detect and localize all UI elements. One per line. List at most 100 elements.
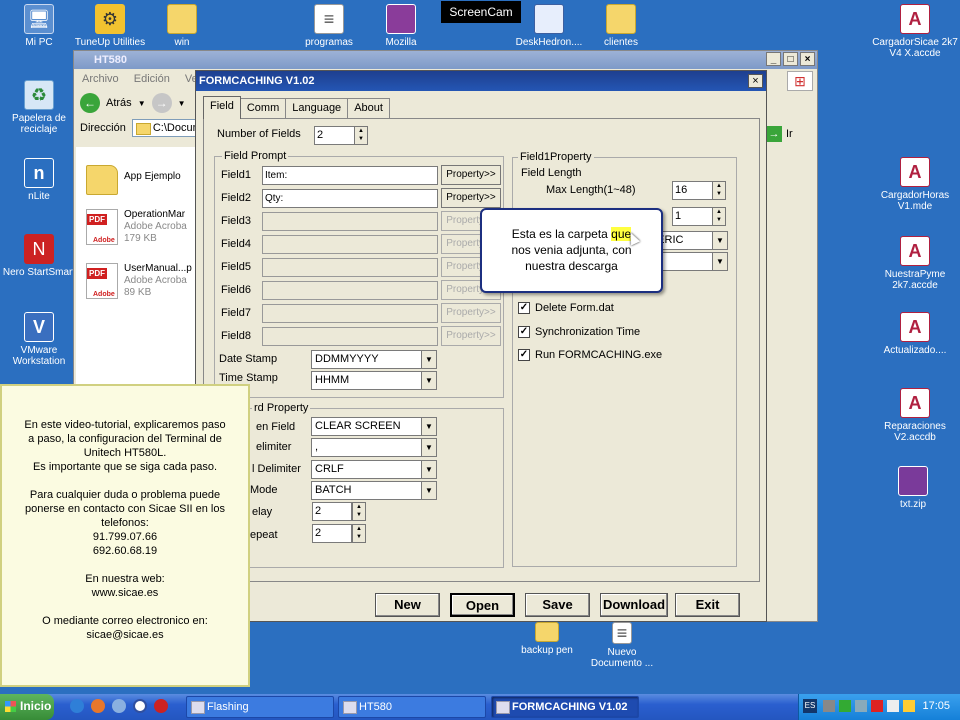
dialog-close-button[interactable]: × <box>748 74 763 88</box>
min-length-input[interactable]: 1 <box>672 207 714 226</box>
phone-2: 692.60.68.19 <box>92 545 158 557</box>
desktop-icon-nlite[interactable]: n nLite <box>0 158 78 202</box>
start-button[interactable]: Inicio <box>0 694 54 720</box>
desktop-icon-cargador-sicae[interactable]: A CargadorSicae 2k7 V4 X.accde <box>870 4 960 59</box>
close-button[interactable]: × <box>800 52 815 66</box>
speaker-icon[interactable] <box>887 700 899 712</box>
date-stamp-select[interactable]: DDMMYYYY ▼ <box>311 350 437 369</box>
download-button[interactable]: Download <box>600 593 668 617</box>
field8-property-button[interactable]: Property>> <box>441 326 501 346</box>
desktop-icon-my-pc[interactable]: 🖥 Mi PC <box>0 4 78 48</box>
chevron-down-icon: ▼ <box>712 232 727 249</box>
desktop-icon-cargador-horas[interactable]: A CargadorHoras V1.mde <box>872 157 958 212</box>
field6-input[interactable] <box>262 281 438 300</box>
field2-property-button[interactable]: Property>> <box>441 188 501 208</box>
min-length-spinner[interactable]: ▲ ▼ <box>712 207 726 226</box>
desktop-icon-programas[interactable]: ≡ programas <box>290 4 368 48</box>
tray-icon[interactable] <box>855 700 867 712</box>
desktop-icon-backup-pen[interactable]: backup pen <box>508 622 586 656</box>
forward-arrow-icon[interactable]: → <box>151 93 172 113</box>
back-arrow-icon[interactable]: ← <box>80 93 100 113</box>
tab-language[interactable]: Language <box>285 98 349 118</box>
desktop-icon-nuevo-documento[interactable]: ≡ Nuevo Documento ... <box>583 622 661 669</box>
desktop-icon-deskhedron[interactable]: DeskHedron.... <box>508 4 590 48</box>
repeat-input[interactable]: 2 <box>312 524 352 543</box>
field1-input[interactable]: Item: <box>262 166 438 185</box>
delay-input[interactable]: 2 <box>312 502 352 521</box>
antivirus-icon[interactable] <box>871 700 883 712</box>
file-item-app-ejemplo[interactable]: App Ejemplo <box>86 161 181 195</box>
dialog-titlebar[interactable]: FORMCACHING V1.02 <box>196 71 766 91</box>
task-ht580[interactable]: HT580 <box>338 696 486 718</box>
desktop-icon-clientes[interactable]: clientes <box>582 4 660 48</box>
file-name: App Ejemplo <box>124 171 181 182</box>
ie-icon[interactable] <box>70 699 84 713</box>
screen-field-select[interactable]: CLEAR SCREEN ▼ <box>311 417 437 436</box>
tray-icon[interactable] <box>823 700 835 712</box>
tab-comm[interactable]: Comm <box>239 98 287 118</box>
desktop-icon-win[interactable]: win <box>143 4 221 48</box>
date-stamp-label: Date Stamp <box>219 353 278 365</box>
record-delimiter-select[interactable]: CRLF ▼ <box>311 460 437 479</box>
number-of-fields-spinner[interactable]: ▲ ▼ <box>354 126 368 145</box>
maximize-button[interactable]: □ <box>783 52 798 66</box>
address-input[interactable]: C:\Docume <box>131 119 208 137</box>
menu-edicion[interactable]: Edición <box>134 73 170 85</box>
max-length-input[interactable]: 16 <box>672 181 714 200</box>
tab-about[interactable]: About <box>347 98 390 118</box>
repeat-spinner[interactable]: ▲ ▼ <box>352 524 366 543</box>
nero-icon[interactable] <box>154 699 168 713</box>
field8-input[interactable] <box>262 327 438 346</box>
field7-input[interactable] <box>262 304 438 323</box>
mode-select[interactable]: BATCH ▼ <box>311 481 437 500</box>
media-player-icon[interactable] <box>133 699 147 713</box>
field1-property-button[interactable]: Property>> <box>441 165 501 185</box>
field-delimiter-select[interactable]: , ▼ <box>311 438 437 457</box>
synchronization-time-checkbox[interactable]: ✓ Synchronization Time <box>518 326 640 338</box>
exit-button[interactable]: Exit <box>675 593 740 617</box>
desktop-icon-txtzip[interactable]: txt.zip <box>874 466 952 510</box>
new-button[interactable]: New <box>375 593 440 617</box>
file-item-user-manual[interactable]: PDF Adobe UserManual...p Adobe Acroba 89 … <box>86 263 192 299</box>
go-button[interactable]: → Ir <box>766 126 793 142</box>
firefox-icon[interactable] <box>91 699 105 713</box>
dropdown-arrow-icon[interactable]: ▼ <box>178 99 186 108</box>
field3-input[interactable] <box>262 212 438 231</box>
file-item-operation-manual[interactable]: PDF Adobe OperationMar Adobe Acroba 179 K… <box>86 209 187 245</box>
menu-archivo[interactable]: Archivo <box>82 73 119 85</box>
desktop-icon-recycle-bin[interactable]: ♻ Papelera de reciclaje <box>0 80 78 135</box>
dropdown-arrow-icon[interactable]: ▼ <box>138 99 146 108</box>
desktop-icon-reparaciones[interactable]: A Reparaciones V2.accdb <box>872 388 958 443</box>
run-formcaching-checkbox[interactable]: ✓ Run FORMCACHING.exe <box>518 349 662 361</box>
field2-label: Field2 <box>221 192 251 204</box>
access-db-icon: A <box>900 4 930 34</box>
network-icon[interactable] <box>839 700 851 712</box>
number-of-fields-input[interactable]: 2 <box>314 126 356 145</box>
quicklaunch-icon[interactable] <box>112 699 126 713</box>
tray-icon[interactable] <box>903 700 915 712</box>
delete-form-checkbox[interactable]: ✓ Delete Form.dat <box>518 302 614 314</box>
tab-field[interactable]: Field <box>203 96 241 119</box>
desktop-icon-nero[interactable]: N Nero StartSmart <box>0 234 78 278</box>
explorer-titlebar[interactable]: HT580 _ □ × <box>74 51 817 69</box>
max-length-spinner[interactable]: ▲ ▼ <box>712 181 726 200</box>
field5-input[interactable] <box>262 258 438 277</box>
open-button[interactable]: Open <box>450 593 515 617</box>
task-flashing[interactable]: Flashing <box>186 696 334 718</box>
desktop-icon-mozilla[interactable]: Mozilla <box>362 4 440 48</box>
field4-input[interactable] <box>262 235 438 254</box>
field2-input[interactable]: Qty: <box>262 189 438 208</box>
language-indicator[interactable]: ES <box>803 699 817 713</box>
field7-property-button[interactable]: Property>> <box>441 303 501 323</box>
time-stamp-select[interactable]: HHMM ▼ <box>311 371 437 390</box>
desktop-icon-tuneup[interactable]: ⚙ TuneUp Utilities <box>70 4 150 48</box>
desktop-icon-actualizado[interactable]: A Actualizado.... <box>872 312 958 356</box>
desktop-icon-vmware[interactable]: V VMware Workstation <box>0 312 78 367</box>
minimize-button[interactable]: _ <box>766 52 781 66</box>
task-formcaching[interactable]: FORMCACHING V1.02 <box>491 696 639 718</box>
back-label[interactable]: Atrás <box>106 97 132 109</box>
save-button[interactable]: Save <box>525 593 590 617</box>
delay-spinner[interactable]: ▲ ▼ <box>352 502 366 521</box>
desktop-icon-nuestra-pyme[interactable]: A NuestraPyme 2k7.accde <box>872 236 958 291</box>
go-label: Ir <box>786 128 793 140</box>
